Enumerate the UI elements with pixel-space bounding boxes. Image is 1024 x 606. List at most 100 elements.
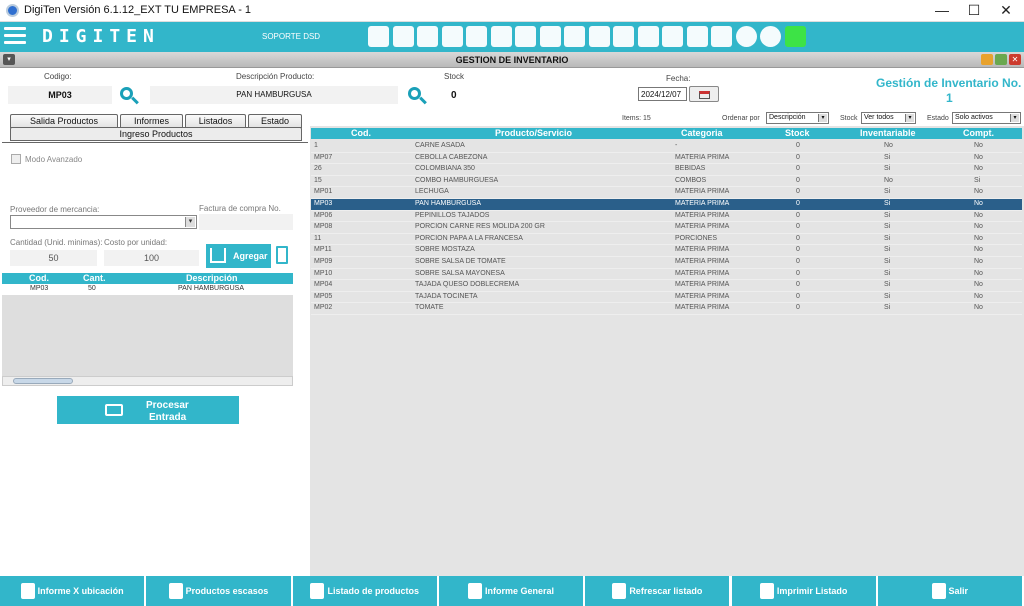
gear-icon[interactable] — [735, 26, 757, 47]
tab-informes[interactable]: Informes — [120, 114, 183, 128]
table-row[interactable]: MP07 CEBOLLA CABEZONA MATERIA PRIMA 0 Si No — [311, 153, 1022, 165]
agregar-button[interactable]: Agregar — [206, 244, 271, 268]
maximize-button[interactable]: ☐ — [956, 0, 992, 22]
table-row[interactable]: MP03 PAN HAMBURGUSA MATERIA PRIMA 0 Si No — [311, 199, 1022, 211]
cell-stock: 0 — [796, 258, 800, 265]
entrada-grid-header: Cod. Cant. Descripción — [2, 273, 293, 284]
calendar-user-icon[interactable] — [711, 26, 732, 47]
tab-listados[interactable]: Listados — [185, 114, 246, 128]
minimize-button[interactable]: — — [924, 0, 960, 22]
panel-minimize-icon[interactable] — [981, 54, 993, 65]
cell-compt: No — [974, 223, 983, 231]
informe-general-button-label: Informe General — [485, 586, 555, 596]
listado-productos-button[interactable]: Listado de productos — [292, 576, 439, 606]
cell-inventariable: Si — [884, 292, 891, 300]
stock-filter-value: Ver todos — [864, 114, 894, 121]
help-icon[interactable] — [760, 26, 781, 47]
stock-select[interactable]: Ver todos ▾ — [861, 112, 916, 124]
salir-button[interactable]: Salir — [877, 576, 1024, 606]
users-icon[interactable] — [686, 26, 708, 47]
cell-compt: No — [974, 211, 983, 219]
close-button[interactable]: ✕ — [988, 0, 1024, 22]
table-row[interactable]: MP03 50 PAN HAMBURGUSA — [2, 284, 293, 295]
bar-chart-icon[interactable] — [662, 26, 683, 47]
menu-icon[interactable] — [4, 27, 26, 45]
table-row[interactable]: MP01 LECHUGA MATERIA PRIMA 0 Si No — [311, 187, 1022, 199]
box-icon[interactable] — [539, 26, 561, 47]
cart-check-icon[interactable] — [515, 26, 536, 47]
cash-register-icon[interactable] — [368, 26, 389, 47]
cantidad-field[interactable]: 50 — [10, 250, 97, 266]
cell-categoria: MATERIA PRIMA — [675, 269, 730, 277]
fecha-field[interactable]: 2024/12/07 — [638, 87, 687, 101]
cell-categoria: MATERIA PRIMA — [675, 200, 730, 207]
factura-field[interactable] — [199, 214, 293, 230]
cell-cod: MP06 — [314, 211, 333, 219]
productos-escasos-button[interactable]: Productos escasos — [146, 576, 293, 606]
handshake-icon[interactable] — [637, 26, 659, 47]
modo-avanzado-checkbox[interactable] — [11, 154, 21, 164]
user-shield-icon[interactable] — [417, 26, 438, 47]
cell-categoria: MATERIA PRIMA — [675, 153, 730, 161]
pencil-icon[interactable] — [784, 26, 806, 47]
imprimir-listado-button[interactable]: Imprimir Listado — [731, 576, 878, 606]
table-row[interactable]: MP10 SOBRE SALSA MAYONESA MATERIA PRIMA 0 Si… — [311, 269, 1022, 281]
app-icon — [6, 4, 19, 17]
printer-icon — [759, 583, 774, 599]
calendar-icon[interactable] — [689, 86, 719, 102]
table-row[interactable]: MP04 TAJADA QUESO DOBLECREMA MATERIA PRIMA… — [311, 280, 1022, 292]
gift-icon[interactable] — [392, 26, 414, 47]
desc-field[interactable]: PAN HAMBURGUSA — [150, 86, 398, 104]
cell-categoria: MATERIA PRIMA — [675, 188, 730, 196]
table-row[interactable]: MP09 SOBRE SALSA DE TOMATE MATERIA PRIMA 0 S… — [311, 257, 1022, 269]
panel-close-icon[interactable]: ✕ — [1009, 54, 1021, 65]
document-list-icon[interactable] — [613, 26, 634, 47]
horizontal-scrollbar[interactable] — [2, 376, 293, 386]
document-add-icon[interactable] — [588, 26, 610, 47]
proveedor-select[interactable]: ▾ — [10, 215, 197, 229]
soporte-link[interactable]: SOPORTE DSD — [262, 32, 320, 41]
cell-producto: TOMATE — [415, 304, 444, 312]
cell-stock: 0 — [796, 176, 800, 184]
estado-select[interactable]: Solo activos ▾ — [952, 112, 1021, 124]
informe-general-button[interactable]: Informe General — [438, 576, 586, 606]
tab-estado[interactable]: Estado — [248, 114, 302, 128]
table-row[interactable]: MP05 TAJADA TOCINETA MATERIA PRIMA 0 Si No — [311, 292, 1022, 304]
refrescar-listado-button[interactable]: Refrescar listado — [585, 576, 732, 606]
cell-compt: No — [974, 188, 983, 196]
table-row[interactable]: 15 COMBO HAMBURGUESA COMBOS 0 No Si — [311, 176, 1022, 188]
table-row[interactable]: MP06 PEPINILLOS TAJADOS MATERIA PRIMA 0 Si No — [311, 211, 1022, 223]
informe-ubicacion-button[interactable]: Informe X ubicación — [0, 576, 147, 606]
app-logo: DIGITEN — [42, 26, 160, 47]
items-count: Items: 15 — [622, 115, 651, 122]
list-document-icon[interactable] — [564, 26, 585, 47]
codigo-field[interactable]: MP03 — [8, 86, 112, 104]
stock-filter-label: Stock — [840, 115, 858, 122]
table-row[interactable]: MP08 PORCION CARNE RES MOLIDA 200 GR MATER… — [311, 222, 1022, 234]
table-row[interactable]: 26 COLOMBIANA 350 BEBIDAS 0 Si No — [311, 164, 1022, 176]
panel-restore-icon[interactable] — [995, 54, 1007, 65]
cell-cod: MP07 — [314, 153, 333, 161]
cell-cod: MP03 — [30, 285, 49, 292]
tab-ingreso[interactable]: Ingreso Productos — [10, 127, 302, 141]
document-icon[interactable] — [490, 26, 512, 47]
cell-producto: SOBRE SALSA MAYONESA — [415, 269, 505, 277]
table-row[interactable]: 11 PORCION PAPA A LA FRANCESA PORCIONES 0 Si… — [311, 234, 1022, 246]
table-row[interactable]: MP02 TOMATE MATERIA PRIMA 0 Si No — [311, 303, 1022, 315]
cell-stock: 0 — [796, 292, 800, 300]
search-desc-icon[interactable] — [407, 86, 427, 106]
procesar-button[interactable]: Procesar Entrada — [57, 396, 239, 424]
tab-salida[interactable]: Salida Productos — [10, 114, 118, 128]
price-tag-icon[interactable] — [441, 26, 463, 47]
costo-field[interactable]: 100 — [104, 250, 199, 266]
ordenar-select[interactable]: Descripción ▾ — [766, 112, 829, 124]
scrollbar-thumb[interactable] — [13, 378, 73, 384]
cell-inventariable: Si — [884, 188, 891, 196]
cell-stock: 0 — [796, 211, 800, 219]
cell-categoria: PORCIONES — [675, 234, 718, 242]
table-row[interactable]: 1 CARNE ASADA - 0 No No — [311, 141, 1022, 153]
table-row[interactable]: MP11 SOBRE MOSTAZA MATERIA PRIMA 0 Si No — [311, 245, 1022, 257]
trash-icon[interactable] — [276, 246, 288, 264]
cart-add-icon[interactable] — [466, 26, 487, 47]
search-codigo-icon[interactable] — [119, 86, 139, 106]
